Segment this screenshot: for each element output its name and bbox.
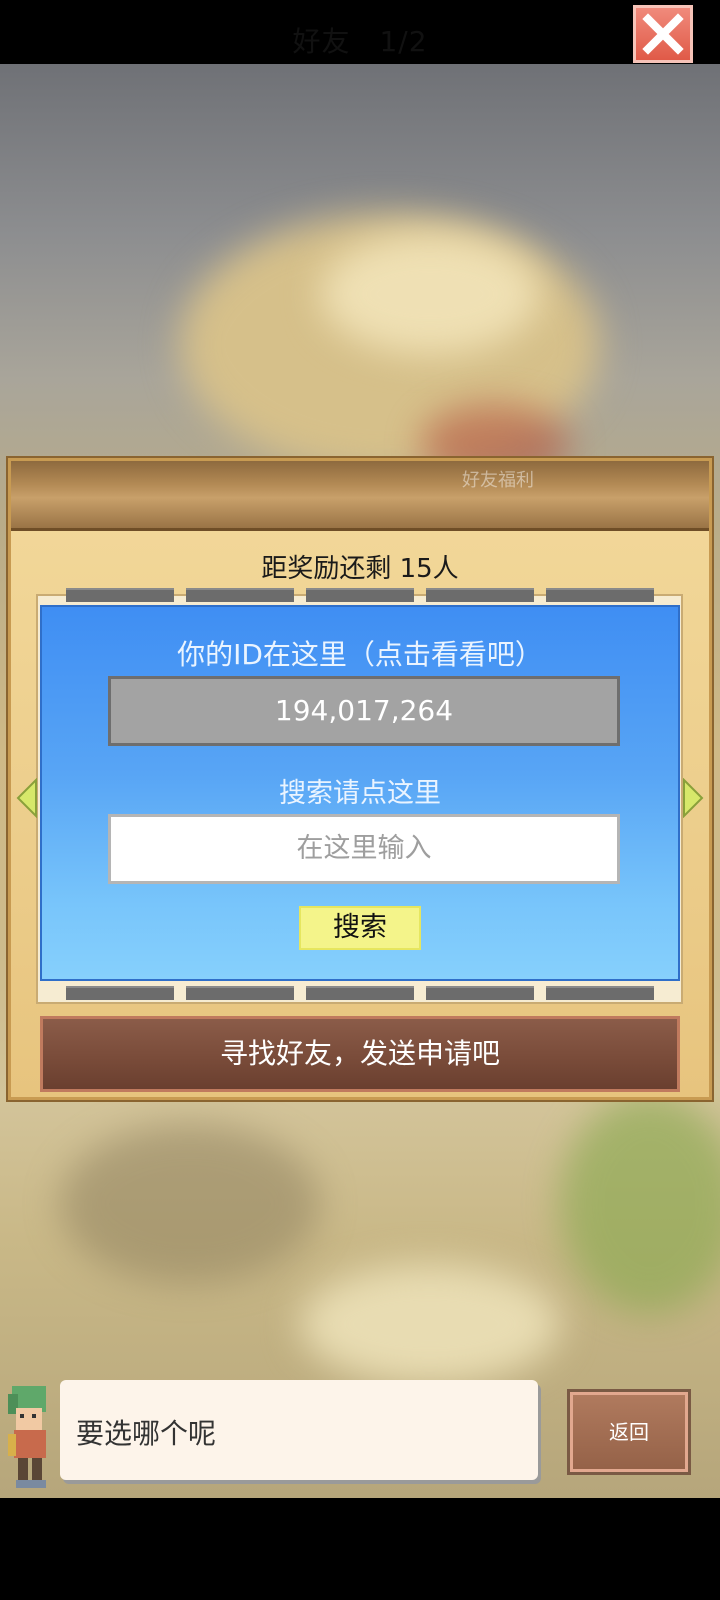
tick — [546, 588, 654, 602]
id-label[interactable]: 你的ID在这里（点击看看吧） — [0, 633, 720, 673]
tick — [66, 588, 174, 602]
search-input[interactable]: 在这里输入 — [108, 814, 620, 884]
tick — [546, 986, 654, 1000]
dialog-header — [11, 461, 709, 531]
reward-remaining-text: 距奖励还剩 15人 — [261, 554, 459, 584]
avatar — [0, 1384, 60, 1494]
tick — [186, 986, 294, 1000]
arrow-left-icon[interactable] — [16, 778, 38, 818]
player-id-field[interactable]: 194,017,264 — [108, 676, 620, 746]
find-friend-button[interactable]: 寻找好友，发送申请吧 — [40, 1016, 680, 1092]
tick — [306, 986, 414, 1000]
dialog-title: 好友 1/2 — [292, 25, 428, 58]
speech-text: 要选哪个呢 — [76, 1417, 217, 1450]
tick — [426, 588, 534, 602]
faint-background-label: 好友福利 — [462, 470, 534, 491]
tick — [426, 986, 534, 1000]
search-label: 搜索请点这里 — [279, 778, 441, 809]
character-avatar-icon — [8, 1386, 46, 1488]
search-button[interactable]: 搜索 — [299, 906, 421, 950]
tick — [306, 588, 414, 602]
close-button[interactable] — [633, 5, 693, 63]
close-icon — [642, 13, 684, 55]
bottom-tick-row — [66, 986, 656, 1000]
tick — [186, 588, 294, 602]
top-tick-row — [66, 588, 656, 602]
back-button[interactable]: 返回 — [570, 1392, 688, 1472]
tick — [66, 986, 174, 1000]
arrow-right-icon[interactable] — [682, 778, 704, 818]
navigation-bar — [0, 1498, 720, 1600]
